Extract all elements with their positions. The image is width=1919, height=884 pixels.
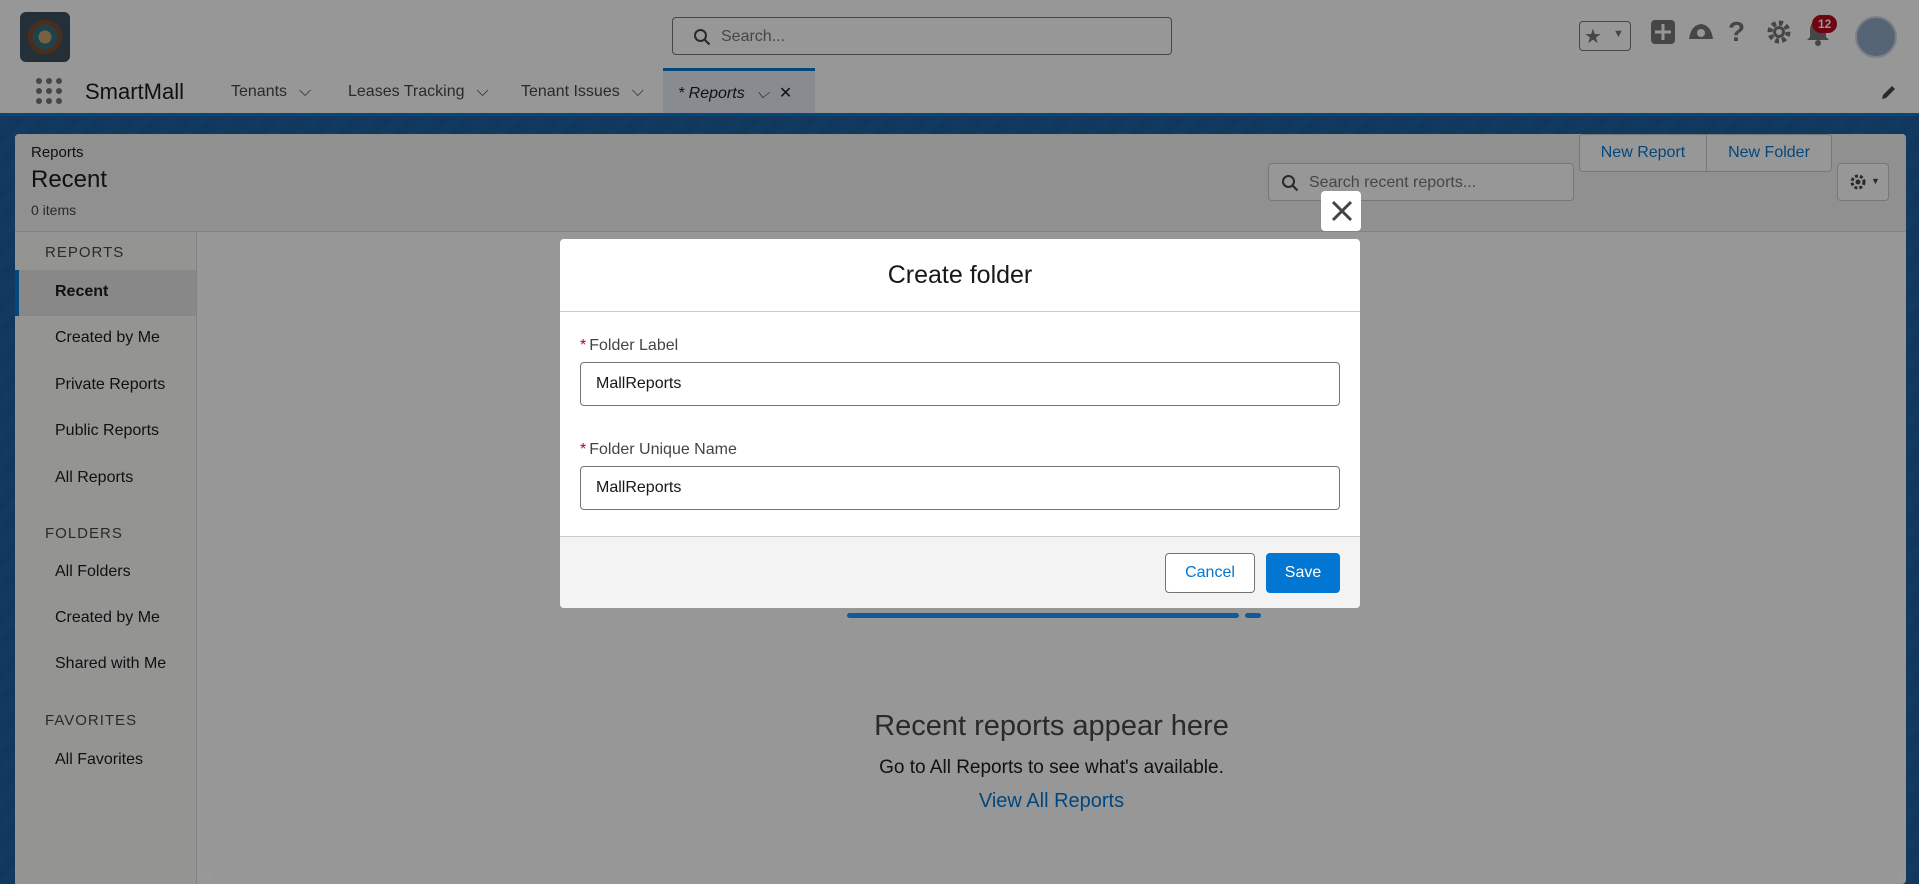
folder-unique-name-text: Folder Unique Name: [589, 441, 737, 458]
folder-unique-name-field-label: * Folder Unique Name: [580, 441, 737, 459]
save-button[interactable]: Save: [1266, 553, 1340, 593]
create-folder-modal: Create folder *Folder Label *Folder Uniq…: [560, 239, 1360, 608]
modal-footer: Cancel Save: [560, 536, 1360, 608]
required-asterisk: *: [580, 441, 587, 458]
modal-title: Create folder: [560, 239, 1360, 312]
cancel-button[interactable]: Cancel: [1165, 553, 1255, 593]
folder-label-input[interactable]: [580, 362, 1340, 406]
folder-label-text: Folder Label: [589, 337, 679, 354]
close-icon: [1330, 199, 1354, 228]
modal-close-button[interactable]: [1321, 191, 1361, 231]
folder-label-field-label: * Folder Label: [580, 337, 678, 355]
folder-unique-name-input[interactable]: [580, 466, 1340, 510]
horizontal-scrollbar[interactable]: ◀ ▶: [197, 870, 1906, 884]
scroll-left-icon[interactable]: ◀: [203, 870, 211, 881]
scroll-right-icon[interactable]: ▶: [1898, 870, 1906, 881]
required-asterisk: *: [580, 337, 587, 354]
